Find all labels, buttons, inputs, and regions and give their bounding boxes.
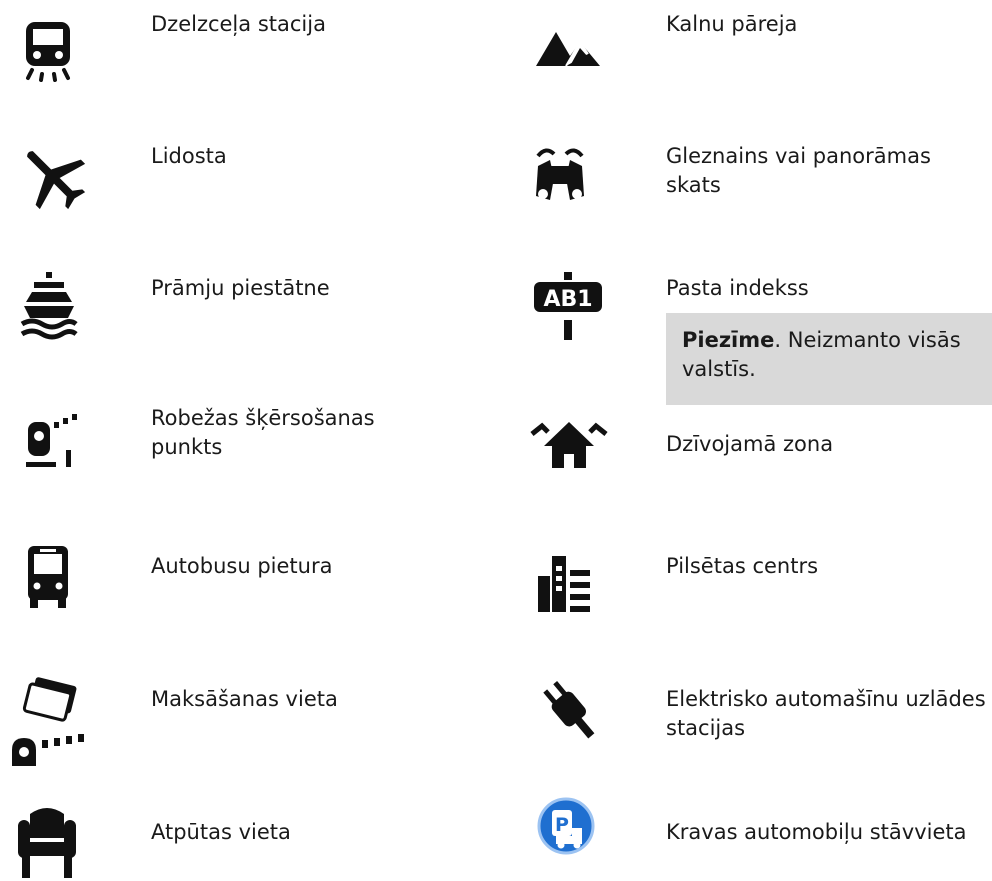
rest-area-armchair-icon <box>14 798 94 878</box>
note-bold: Piezīme <box>682 328 775 352</box>
bus-stop-icon <box>14 540 94 620</box>
note-box: Piezīme. Neizmanto visās valstīs. <box>666 313 992 405</box>
poi-label: Dzīvojamā zona <box>666 432 834 456</box>
residential-area-icon <box>530 410 610 490</box>
poi-label: Autobusu pietura <box>151 554 333 578</box>
poi-label: Dzelzceļa stacija <box>151 12 326 36</box>
poi-label: Pilsētas centrs <box>666 554 819 578</box>
poi-label: Pasta indekss <box>666 276 809 300</box>
train-station-icon <box>14 14 94 94</box>
poi-label: Robežas šķērsošanas punkts <box>151 406 375 459</box>
ev-charging-plug-icon <box>530 672 610 752</box>
airplane-icon <box>14 138 94 218</box>
poi-label: Kravas automobiļu stāvvieta <box>666 820 967 844</box>
truck-parking-icon: P <box>530 790 610 870</box>
postcode-sign-icon: AB1 <box>530 268 610 348</box>
svg-text:AB1: AB1 <box>543 287 592 312</box>
binoculars-icon <box>530 138 610 218</box>
poi-label: Prāmju piestātne <box>151 276 330 300</box>
border-crossing-icon <box>14 402 94 482</box>
poi-label: Kalnu pāreja <box>666 12 798 36</box>
poi-label: Maksāšanas vieta <box>151 687 338 711</box>
poi-label: Gleznains vai panorāmas skats <box>666 144 931 197</box>
poi-label: Elektrisko automašīnu uzlādes stacijas <box>666 687 986 740</box>
ferry-icon <box>14 268 94 348</box>
poi-label: Lidosta <box>151 144 227 168</box>
toll-gate-icon <box>8 668 100 768</box>
poi-label: Atpūtas vieta <box>151 820 291 844</box>
city-centre-icon <box>530 540 610 620</box>
mountain-pass-icon <box>530 14 610 94</box>
svg-text:P: P <box>555 814 569 836</box>
